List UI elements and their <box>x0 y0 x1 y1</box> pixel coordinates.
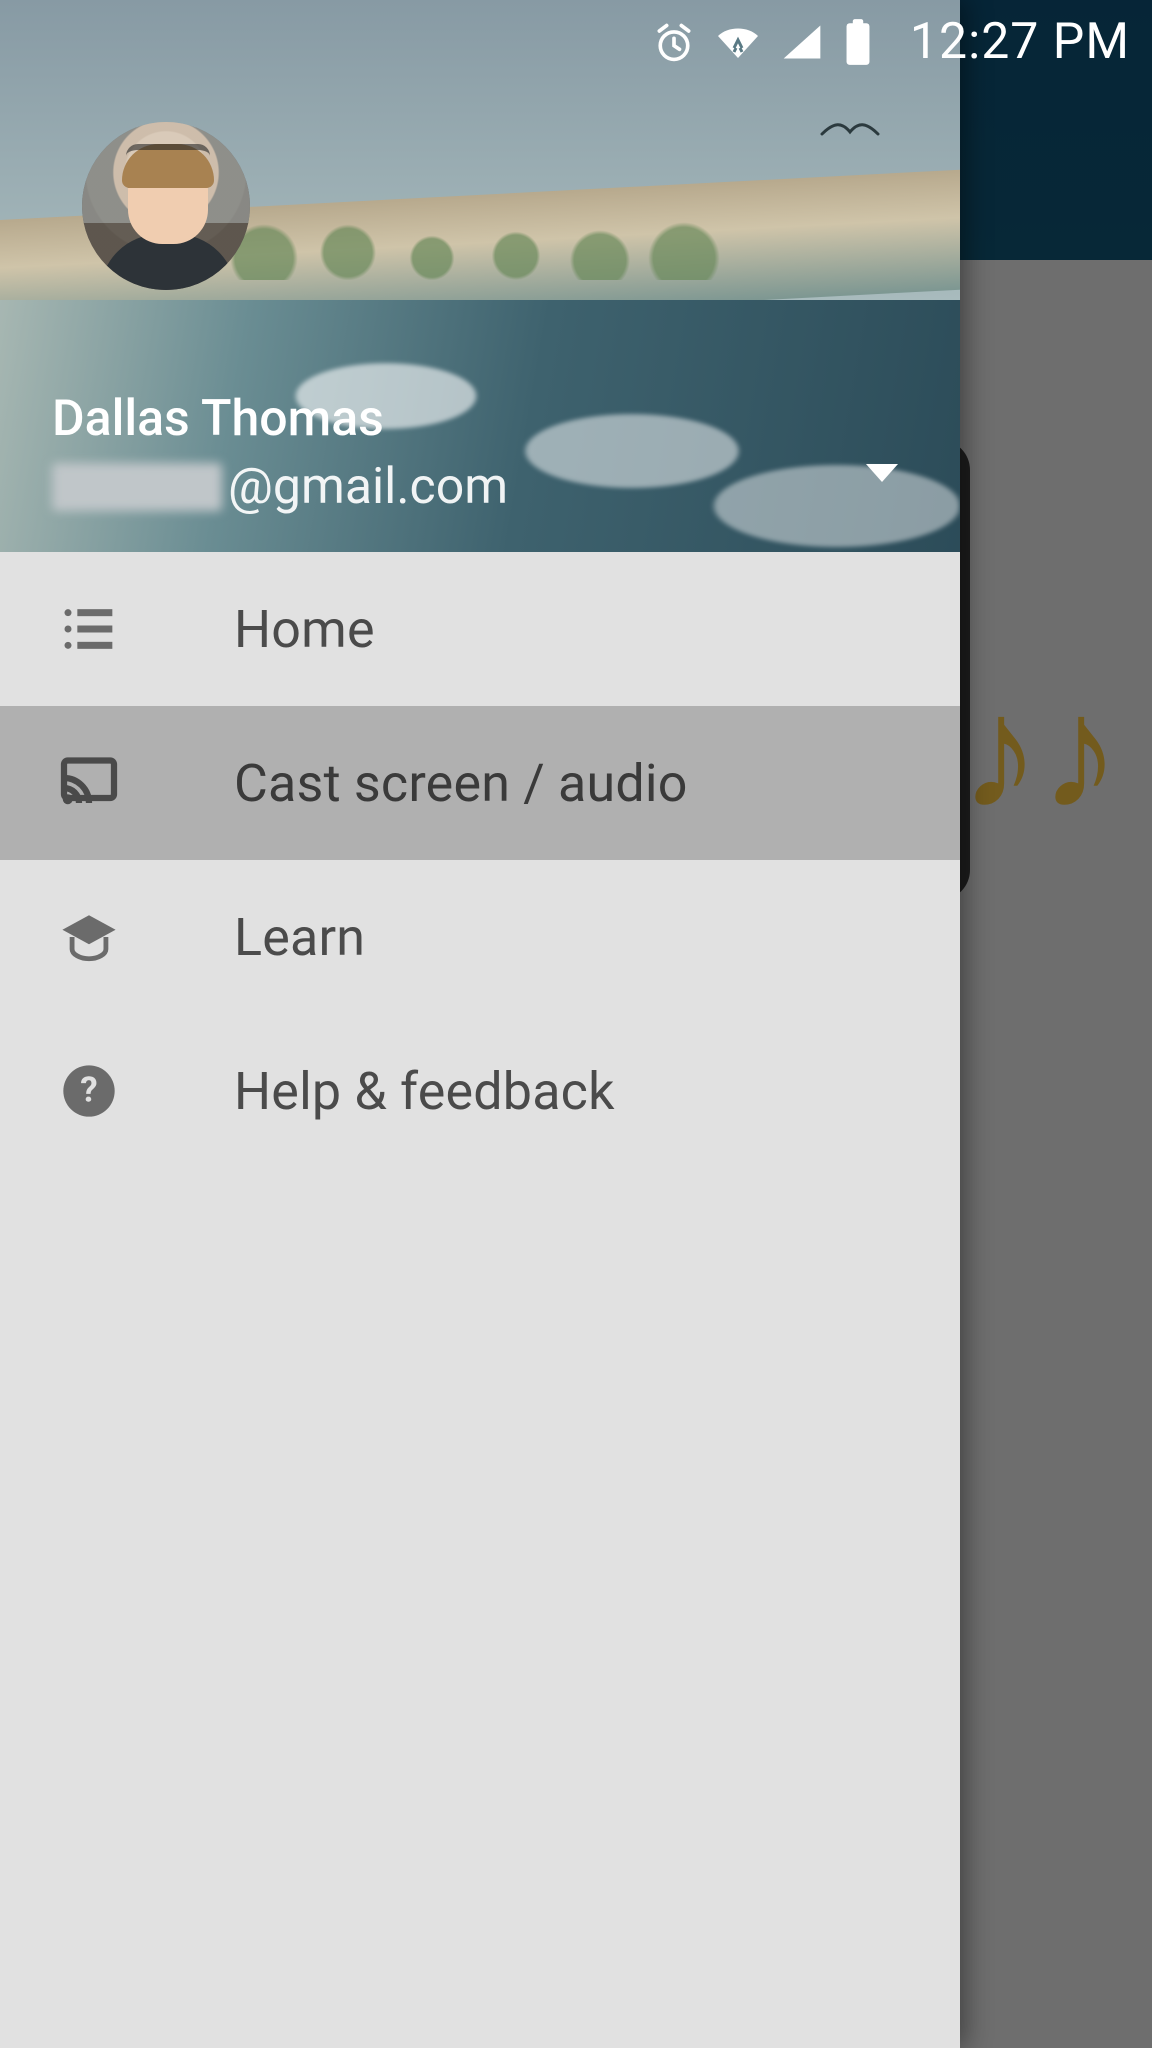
status-bar-time: 12:27 PM <box>910 13 1130 71</box>
user-email: @gmail.com <box>52 458 840 516</box>
drawer-item-label: Cast screen / audio <box>234 753 688 814</box>
drawer-item-learn[interactable]: Learn <box>0 860 960 1014</box>
navigation-drawer: Dallas Thomas @gmail.com <box>0 0 960 2048</box>
status-bar: 12:27 PM <box>0 0 1152 84</box>
email-suffix: @gmail.com <box>228 458 508 516</box>
drawer-item-label: Home <box>234 599 375 660</box>
alarm-icon <box>652 12 696 72</box>
account-dropdown-icon[interactable] <box>866 464 898 482</box>
list-icon <box>54 594 124 664</box>
svg-text:?: ? <box>80 1070 97 1111</box>
graduation-cap-icon <box>54 902 124 972</box>
bird-icon <box>820 120 880 144</box>
drawer-item-home[interactable]: Home <box>0 552 960 706</box>
cover-background-palms <box>180 170 740 280</box>
drawer-item-label: Help & feedback <box>234 1061 615 1122</box>
status-bar-right: 12:27 PM <box>652 12 1130 72</box>
signal-icon <box>780 12 824 72</box>
help-icon: ? <box>54 1056 124 1126</box>
email-redacted <box>52 463 222 511</box>
account-block[interactable]: Dallas Thomas @gmail.com <box>52 390 840 516</box>
wifi-icon <box>714 12 762 72</box>
avatar[interactable] <box>82 122 250 290</box>
drawer-menu: Home Cast screen / audio <box>0 552 960 2048</box>
drawer-item-cast[interactable]: Cast screen / audio <box>0 706 960 860</box>
battery-icon <box>842 12 874 72</box>
app-screen: ♪♪ r kers. <box>0 0 1152 2048</box>
drawer-item-help[interactable]: ? Help & feedback <box>0 1014 960 1168</box>
cast-icon <box>54 748 124 818</box>
drawer-item-label: Learn <box>234 907 365 968</box>
user-name: Dallas Thomas <box>52 390 840 448</box>
